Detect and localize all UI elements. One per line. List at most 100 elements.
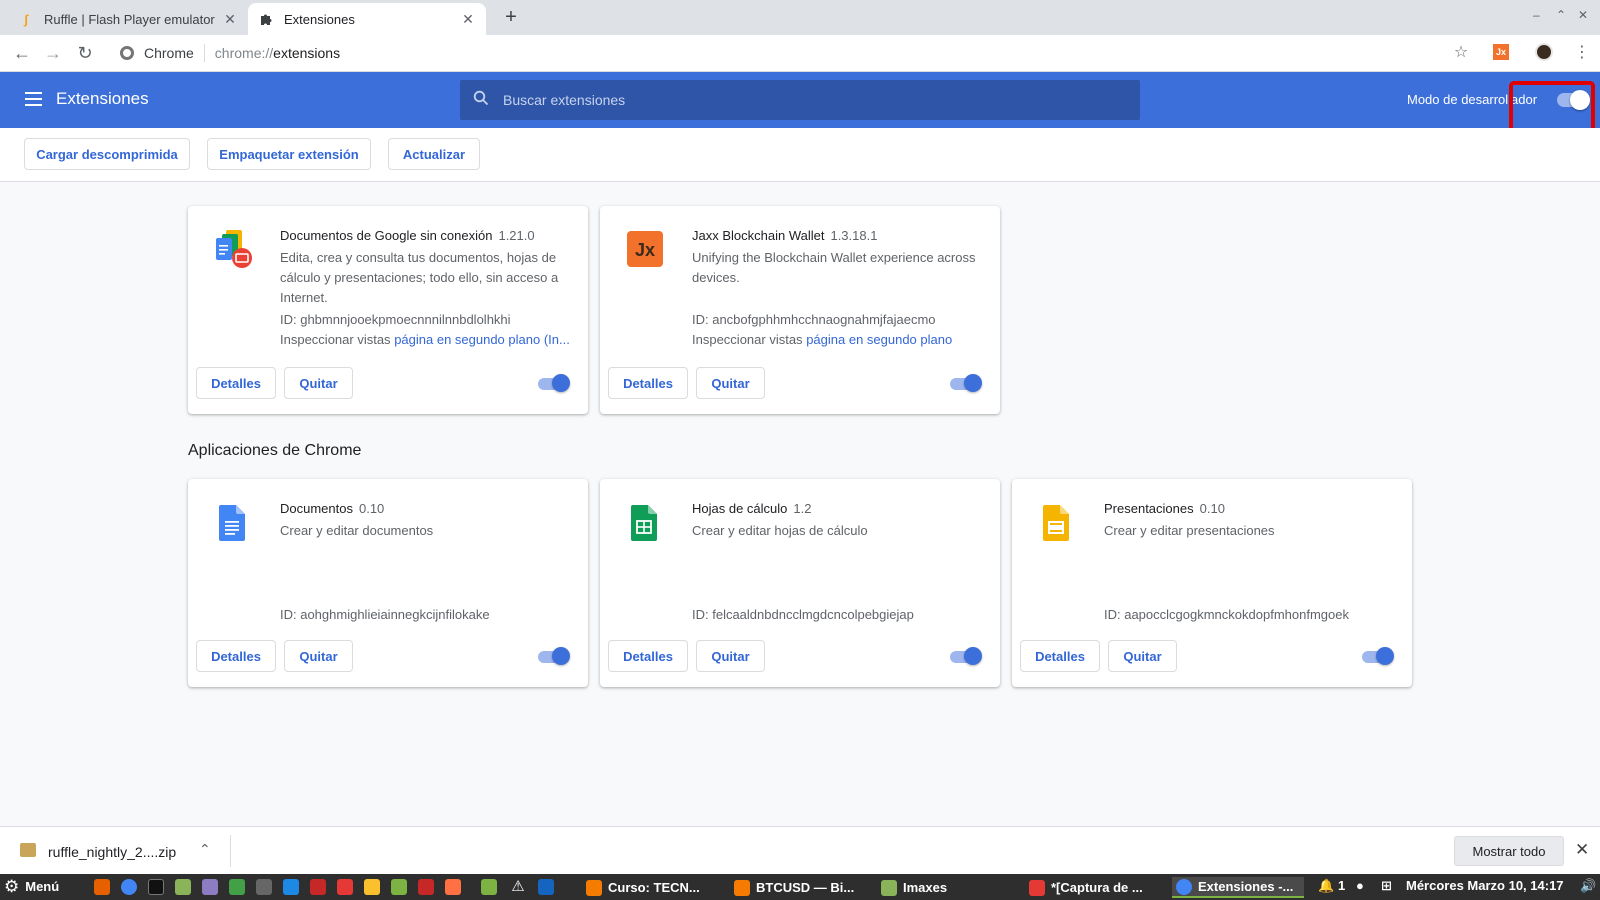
- reload-icon[interactable]: ↻: [73, 41, 97, 65]
- details-button[interactable]: Detalles: [196, 367, 276, 399]
- background-page-link[interactable]: página en segundo plano (In...: [394, 332, 570, 347]
- browser-toolbar: ← → ↻ Chrome chrome://extensions: [0, 35, 1600, 72]
- app-icon[interactable]: [445, 879, 461, 895]
- jaxx-icon: Jx: [624, 228, 666, 270]
- back-icon[interactable]: ←: [10, 41, 34, 65]
- clock[interactable]: Mércores Marzo 10, 14:17: [1406, 878, 1564, 893]
- extension-id: ID: ghbmnnjooekpmoecnnnilnnbdlolhkhi: [280, 312, 511, 327]
- extension-description: Unifying the Blockchain Wallet experienc…: [692, 250, 976, 285]
- app-icon[interactable]: [310, 879, 326, 895]
- warning-icon[interactable]: ⚠: [510, 879, 526, 895]
- firefox-icon: [586, 879, 602, 896]
- filezilla-icon[interactable]: [418, 879, 434, 895]
- terminal-icon[interactable]: [148, 879, 164, 895]
- gear-icon: ⚙: [4, 877, 20, 896]
- app-version: 1.2: [793, 501, 812, 516]
- close-icon[interactable]: ✕: [222, 11, 238, 28]
- taskbar: ⚙ Menú ⚠ Curso: TECN... BTCUSD — Bi... I…: [0, 874, 1600, 900]
- remove-button[interactable]: Quitar: [1108, 640, 1177, 672]
- enable-toggle[interactable]: [950, 647, 982, 665]
- volume-icon[interactable]: 🔊: [1580, 878, 1596, 894]
- window-close-icon[interactable]: ✕: [1578, 8, 1588, 22]
- load-unpacked-button[interactable]: Cargar descomprimida: [24, 138, 190, 170]
- files-icon[interactable]: [175, 879, 191, 895]
- app-description: Crear y editar presentaciones: [1104, 523, 1275, 538]
- taskbar-window[interactable]: Extensiones -...: [1172, 877, 1304, 898]
- close-icon[interactable]: ✕: [1575, 840, 1589, 860]
- pack-extension-button[interactable]: Empaquetar extensión: [207, 138, 371, 170]
- remove-button[interactable]: Quitar: [284, 640, 353, 672]
- inspect-views: Inspeccionar vistas página en segundo pl…: [692, 332, 953, 347]
- app-card-docs: Documentos 0.10 Crear y editar documentos…: [188, 479, 588, 687]
- shield-icon[interactable]: [538, 879, 554, 895]
- app-card-sheets: Hojas de cálculo 1.2 Crear y editar hojas…: [600, 479, 1000, 687]
- extension-name: Jaxx Blockchain Wallet 1.3.18.1: [692, 228, 878, 243]
- taskbar-window[interactable]: Curso: TECN...: [582, 877, 718, 898]
- search-icon: [473, 90, 489, 111]
- details-button[interactable]: Detalles: [1020, 640, 1100, 672]
- screenshot-icon[interactable]: [337, 879, 353, 895]
- enable-toggle[interactable]: [1362, 647, 1394, 665]
- sheets-icon: [624, 501, 666, 543]
- spreadsheet-icon[interactable]: [229, 879, 245, 895]
- enable-toggle[interactable]: [538, 374, 570, 392]
- enable-toggle[interactable]: [950, 374, 982, 392]
- chrome-icon[interactable]: [121, 879, 137, 895]
- details-button[interactable]: Detalles: [608, 367, 688, 399]
- new-tab-button[interactable]: +: [500, 7, 522, 29]
- user-icon[interactable]: ●: [1356, 878, 1364, 893]
- svg-text:Jx: Jx: [635, 240, 655, 260]
- background-page-link[interactable]: página en segundo plano: [806, 332, 952, 347]
- tab-ruffle[interactable]: ʃ Ruffle | Flash Player emulator ✕: [8, 3, 248, 35]
- close-icon[interactable]: ✕: [460, 11, 476, 28]
- search-field[interactable]: [460, 80, 1140, 120]
- extension-card-google-docs-offline: Documentos de Google sin conexión 1.21.0 …: [188, 206, 588, 414]
- app-icon[interactable]: [364, 879, 380, 895]
- notes-icon[interactable]: [202, 879, 218, 895]
- menu-dots-icon[interactable]: ⋮: [1571, 41, 1593, 63]
- update-button[interactable]: Actualizar: [388, 138, 480, 170]
- avatar[interactable]: [1533, 41, 1555, 63]
- taskbar-window[interactable]: Imaxes: [877, 877, 1013, 898]
- details-button[interactable]: Detalles: [608, 640, 688, 672]
- app-description: Crear y editar documentos: [280, 523, 434, 538]
- page-title: Extensiones: [56, 89, 149, 108]
- ruffle-icon: ʃ: [23, 11, 29, 27]
- start-menu-button[interactable]: ⚙ Menú: [4, 878, 59, 895]
- firefox-icon[interactable]: [94, 879, 110, 895]
- star-icon[interactable]: ☆: [1450, 41, 1472, 63]
- search-input[interactable]: [503, 92, 1103, 108]
- minimize-icon[interactable]: –: [1533, 8, 1540, 22]
- taskbar-window[interactable]: BTCUSD — Bi...: [730, 877, 866, 898]
- extension-version: 1.21.0: [498, 228, 535, 243]
- notification-icon[interactable]: 🔔: [1318, 878, 1334, 894]
- app-id: ID: aapocclcgogkmnckokdopfmhonfmgoek: [1104, 607, 1349, 622]
- hamburger-menu-icon[interactable]: [25, 92, 42, 106]
- show-all-button[interactable]: Mostrar todo: [1454, 836, 1564, 866]
- calculator-icon[interactable]: [256, 879, 272, 895]
- details-button[interactable]: Detalles: [196, 640, 276, 672]
- forward-icon[interactable]: →: [41, 41, 65, 65]
- app-name: Presentaciones 0.10: [1104, 501, 1225, 516]
- divider: [230, 835, 231, 867]
- enable-toggle[interactable]: [538, 647, 570, 665]
- remove-button[interactable]: Quitar: [284, 367, 353, 399]
- tab-extensions[interactable]: Extensiones ✕: [248, 3, 486, 35]
- jaxx-extension-icon[interactable]: Jx: [1490, 41, 1512, 63]
- archive-icon: [20, 843, 36, 857]
- remove-button[interactable]: Quitar: [696, 640, 765, 672]
- taskbar-window[interactable]: *[Captura de ...: [1025, 877, 1161, 898]
- network-icon[interactable]: ⊞: [1381, 878, 1392, 894]
- address-bar[interactable]: Chrome chrome://extensions: [112, 39, 1412, 67]
- divider: [203, 44, 205, 62]
- app-icon[interactable]: [391, 879, 407, 895]
- restore-icon[interactable]: ⌃: [1556, 8, 1566, 22]
- inspect-views: Inspeccionar vistas página en segundo pl…: [280, 332, 570, 347]
- writer-icon[interactable]: [283, 879, 299, 895]
- chevron-up-icon[interactable]: ⌃: [199, 841, 211, 858]
- download-filename[interactable]: ruffle_nightly_2....zip: [48, 844, 176, 860]
- remove-button[interactable]: Quitar: [696, 367, 765, 399]
- folder-icon[interactable]: [481, 879, 497, 895]
- docs-icon: [212, 501, 254, 543]
- chrome-icon: [120, 46, 134, 60]
